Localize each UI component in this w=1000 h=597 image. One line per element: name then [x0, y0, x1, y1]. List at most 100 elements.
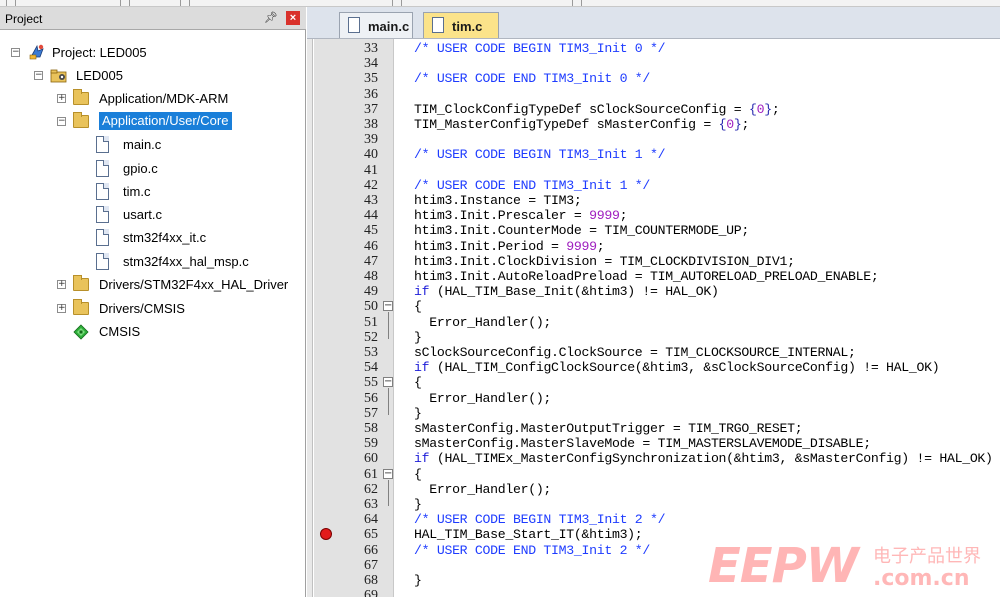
code-line[interactable]: 58 sMasterConfig.MasterOutputTrigger = TI… [307, 421, 1000, 436]
toolbar-button[interactable] [6, 0, 16, 6]
code-editor: main.c tim.c 33 /* USER CODE BEGIN TIM3_I… [307, 7, 1000, 597]
tree-node[interactable]: main.c [0, 134, 306, 156]
project-icon [29, 44, 44, 60]
tree-node-label: stm32f4xx_hal_msp.c [123, 254, 249, 269]
tree-node[interactable]: CMSIS [0, 321, 306, 343]
tree-node[interactable]: stm32f4xx_hal_msp.c [0, 251, 306, 273]
code-line[interactable]: 37 TIM_ClockConfigTypeDef sClockSourceCon… [307, 102, 1000, 117]
code-line[interactable]: 61− { [307, 467, 1000, 482]
line-number: 48 [364, 269, 378, 284]
tree-node[interactable]: stm32f4xx_it.c [0, 227, 306, 249]
code-line[interactable]: 40 /* USER CODE BEGIN TIM3_Init 1 */ [307, 147, 1000, 162]
tree-node[interactable]: tim.c [0, 181, 306, 203]
code-line[interactable]: 35 /* USER CODE END TIM3_Init 0 */ [307, 71, 1000, 86]
code-line[interactable]: 64 /* USER CODE BEGIN TIM3_Init 2 */ [307, 512, 1000, 527]
code-line[interactable]: 46 htim3.Init.Period = 9999; [307, 239, 1000, 254]
code-line[interactable]: 42 /* USER CODE END TIM3_Init 1 */ [307, 178, 1000, 193]
tree-node[interactable]: usart.c [0, 204, 306, 226]
code-line[interactable]: 34 [307, 56, 1000, 71]
fold-collapse-icon[interactable]: − [383, 377, 393, 388]
toolbar-button[interactable] [120, 0, 130, 6]
code-text: sMasterConfig.MasterOutputTrigger = TIM_… [414, 421, 803, 436]
folder-icon [73, 299, 89, 315]
code-line[interactable]: 45 htim3.Init.CounterMode = TIM_COUNTERMO… [307, 223, 1000, 238]
code-text: { [414, 466, 422, 482]
code-text: /* USER CODE BEGIN TIM3_Init 0 */ [414, 41, 666, 56]
tab-tim-c[interactable]: tim.c [423, 12, 499, 38]
code-line[interactable]: 53 sClockSourceConfig.ClockSource = TIM_C… [307, 345, 1000, 360]
code-text: if (HAL_TIM_Base_Init(&htim3) != HAL_OK) [414, 284, 719, 300]
code-line[interactable]: 59 sMasterConfig.MasterSlaveMode = TIM_MA… [307, 436, 1000, 451]
line-number: 62 [364, 481, 378, 497]
code-text: if (HAL_TIM_ConfigClockSource(&htim3, &s… [414, 360, 940, 376]
folder-icon [73, 275, 89, 291]
code-line[interactable]: 47 htim3.Init.ClockDivision = TIM_CLOCKDI… [307, 254, 1000, 269]
tree-node[interactable]: + Application/MDK-ARM [0, 88, 306, 110]
tree-node-label: LED005 [76, 68, 123, 83]
toolbar-button[interactable] [572, 0, 582, 6]
tree-node[interactable]: + Drivers/CMSIS [0, 298, 306, 320]
line-number: 69 [364, 588, 378, 597]
expand-icon[interactable]: + [57, 280, 66, 289]
tree-node[interactable]: − Application/User/Core [0, 111, 306, 133]
code-line[interactable]: 62 Error_Handler(); [307, 482, 1000, 497]
code-line[interactable]: 36 [307, 87, 1000, 102]
collapse-icon[interactable]: − [11, 48, 20, 57]
code-line[interactable]: 56 Error_Handler(); [307, 391, 1000, 406]
code-line[interactable]: 48 htim3.Init.AutoReloadPreload = TIM_AUT… [307, 269, 1000, 284]
toolbar-button[interactable] [392, 0, 402, 6]
code-text: Error_Handler(); [414, 390, 552, 406]
code-line[interactable]: 54 if (HAL_TIM_ConfigClockSource(&htim3, … [307, 360, 1000, 375]
eepw-watermark: EEPW 电子产品世界 .com.cn [708, 538, 1000, 597]
toolbar-button[interactable] [180, 0, 190, 6]
code-line[interactable]: 51 Error_Handler(); [307, 315, 1000, 330]
tree-node[interactable]: gpio.c [0, 158, 306, 180]
line-number: 56 [364, 390, 378, 406]
code-line[interactable]: 44 htim3.Init.Prescaler = 9999; [307, 208, 1000, 223]
collapse-icon[interactable]: − [57, 117, 66, 126]
expand-icon[interactable]: + [57, 94, 66, 103]
code-text: TIM_MasterConfigTypeDef sMasterConfig = … [414, 117, 750, 132]
code-line[interactable]: 63} [307, 497, 1000, 512]
code-line[interactable]: 57} [307, 406, 1000, 421]
fold-guide [388, 388, 389, 415]
watermark-domain: .com.cn [873, 566, 970, 591]
code-text: sClockSourceConfig.ClockSource = TIM_CLO… [414, 345, 856, 360]
code-line[interactable]: 33 /* USER CODE BEGIN TIM3_Init 0 */ [307, 41, 1000, 56]
tree-node-label: gpio.c [123, 161, 158, 176]
code-line[interactable]: 55− { [307, 375, 1000, 390]
line-number: 45 [364, 223, 378, 239]
tab-main-c[interactable]: main.c [339, 12, 413, 38]
line-number: 49 [364, 284, 378, 300]
line-number: 68 [364, 573, 378, 588]
code-text: /* USER CODE BEGIN TIM3_Init 1 */ [414, 147, 666, 163]
tree-node-label: stm32f4xx_it.c [123, 230, 207, 245]
line-number: 63 [364, 497, 378, 512]
fold-collapse-icon[interactable]: − [383, 468, 393, 479]
close-icon[interactable]: × [286, 11, 300, 25]
project-panel-title: Project [5, 12, 43, 26]
expand-icon[interactable]: + [57, 304, 66, 313]
tree-node[interactable]: − LED005 [0, 65, 306, 87]
code-text: htim3.Instance = TIM3; [414, 193, 582, 208]
code-line[interactable]: 49 if (HAL_TIM_Base_Init(&htim3) != HAL_O… [307, 284, 1000, 299]
code-line[interactable]: 43 htim3.Instance = TIM3; [307, 193, 1000, 208]
code-line[interactable]: 38 TIM_MasterConfigTypeDef sMasterConfig … [307, 117, 1000, 132]
tree-node[interactable]: + Drivers/STM32F4xx_HAL_Driver [0, 274, 306, 296]
line-number: 67 [364, 557, 378, 573]
pin-icon[interactable]: 📌︎ [264, 11, 278, 25]
code-text: } [414, 329, 422, 345]
line-number: 59 [364, 436, 378, 452]
tree-node[interactable]: − Project: LED005 [0, 42, 306, 64]
fold-collapse-icon[interactable]: − [383, 301, 393, 312]
line-number: 37 [364, 101, 378, 117]
code-line[interactable]: 50− { [307, 299, 1000, 314]
code-line[interactable]: 52} [307, 330, 1000, 345]
folder-icon [73, 89, 89, 105]
code-line[interactable]: 41 [307, 163, 1000, 178]
collapse-icon[interactable]: − [34, 71, 43, 80]
code-line[interactable]: 39 [307, 132, 1000, 147]
toolbar-strip [0, 0, 1000, 7]
line-number: 42 [364, 177, 378, 193]
code-line[interactable]: 60 if (HAL_TIMEx_MasterConfigSynchronizat… [307, 451, 1000, 466]
